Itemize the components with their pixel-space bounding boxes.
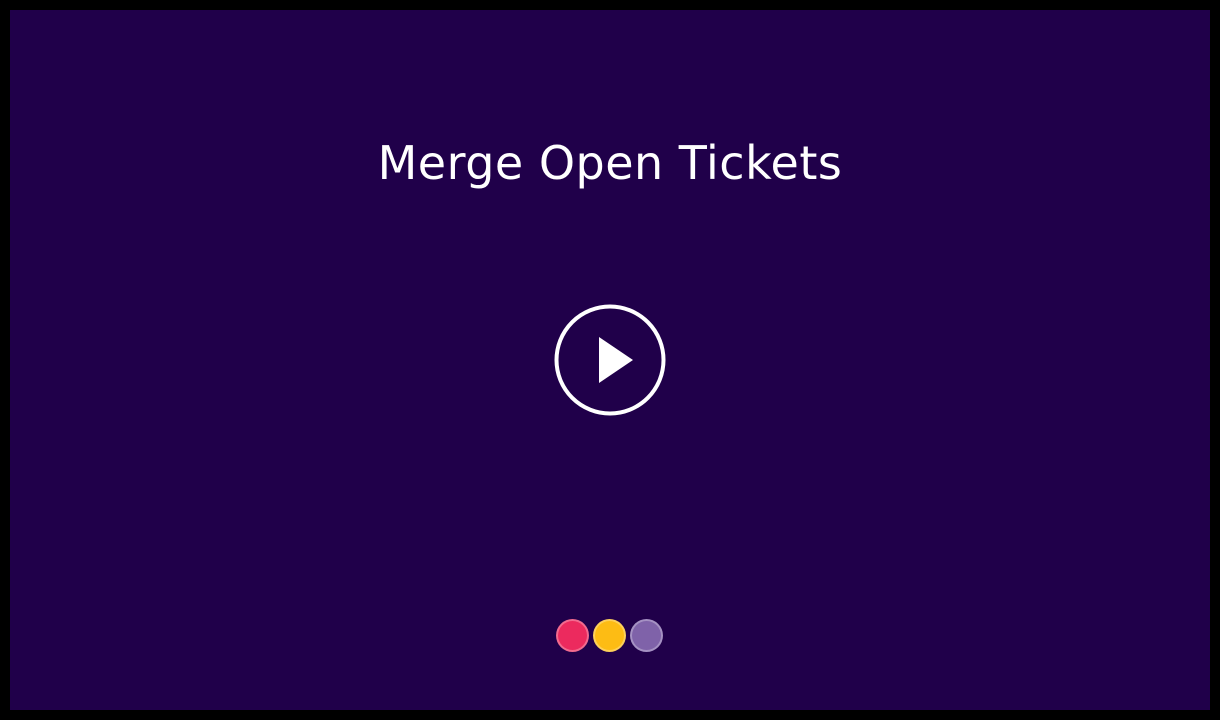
yellow-dot <box>593 619 626 652</box>
dots-indicator <box>556 619 663 652</box>
play-icon <box>554 304 666 416</box>
pink-dot <box>556 619 589 652</box>
play-button[interactable] <box>554 304 666 416</box>
slide-frame: Merge Open Tickets <box>10 10 1210 710</box>
slide-title: Merge Open Tickets <box>377 136 843 190</box>
purple-dot <box>630 619 663 652</box>
